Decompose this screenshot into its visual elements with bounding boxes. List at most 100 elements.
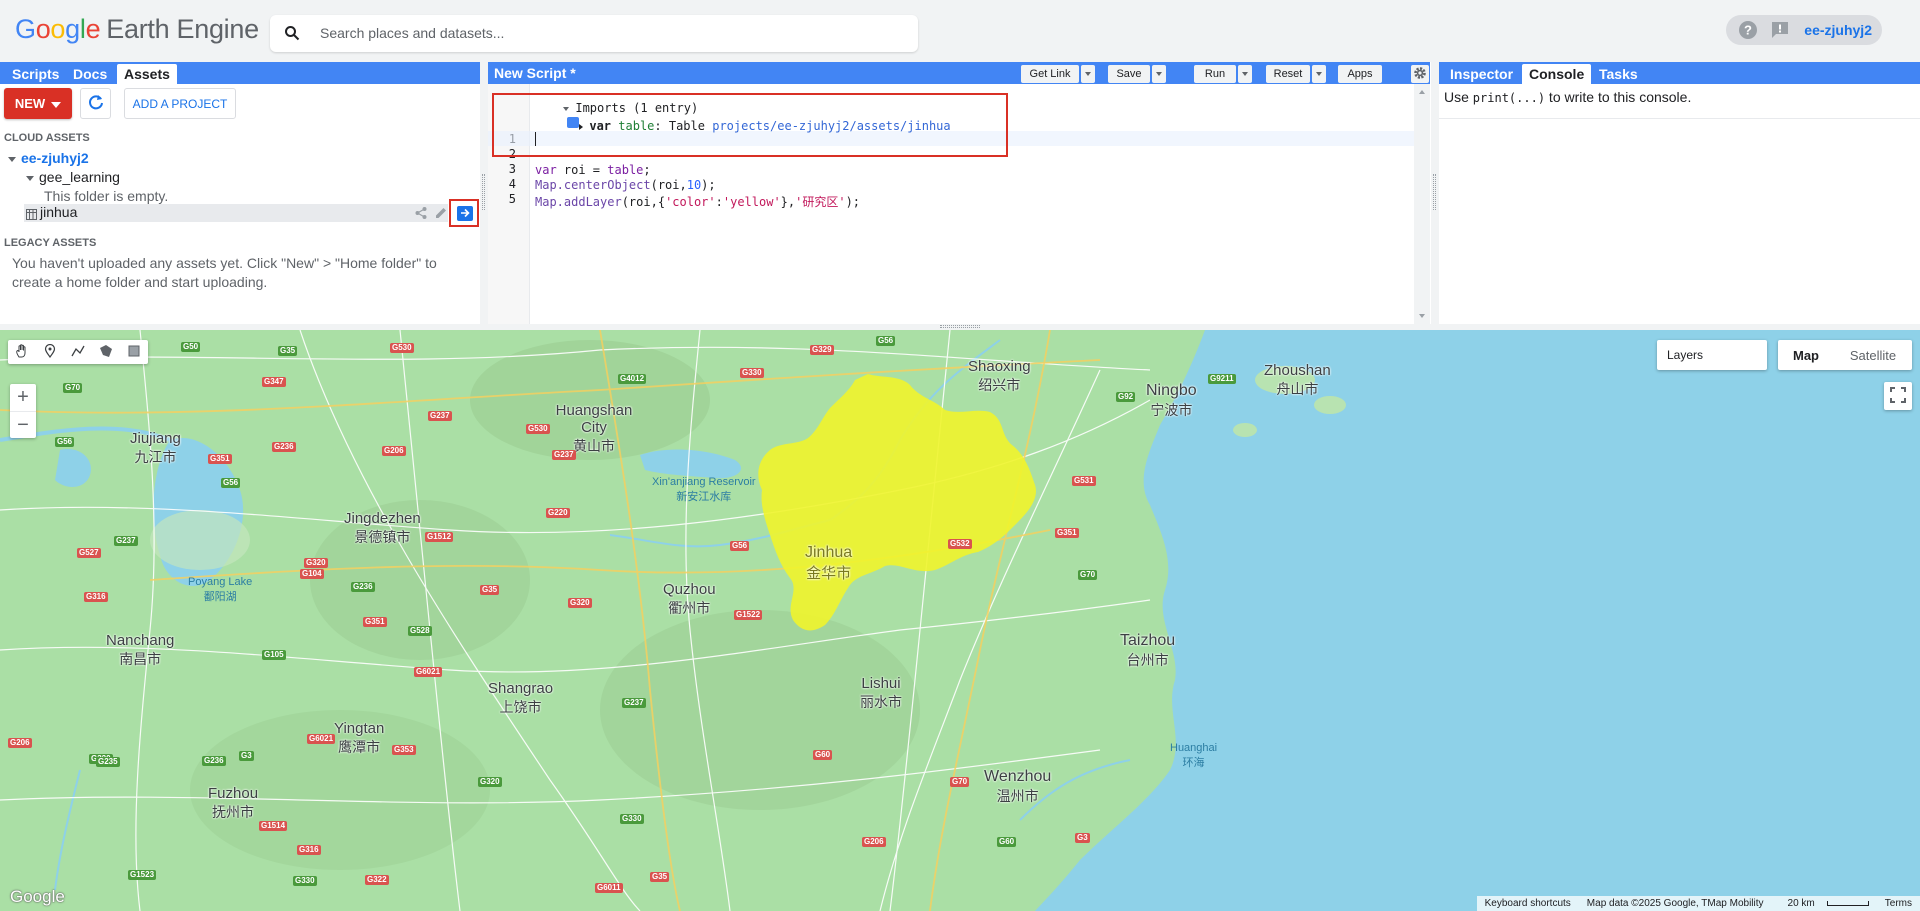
- new-button[interactable]: NEW: [4, 88, 72, 119]
- road-shield: G316: [297, 845, 321, 855]
- legacy-assets-heading: LEGACY ASSETS: [4, 237, 97, 249]
- city-label: Lishui 丽水市: [860, 675, 902, 710]
- map-view[interactable]: Shaoxing 绍兴市 Ningbo 宁波市 Zhoushan 舟山市 Huangs…: [0, 330, 1920, 911]
- earth-engine-logo[interactable]: Google Earth Engine: [15, 14, 259, 45]
- layers-button[interactable]: Layers: [1657, 340, 1767, 370]
- drawing-tools: [8, 340, 148, 364]
- tab-inspector[interactable]: Inspector: [1443, 64, 1520, 84]
- water-label: Xin'anjiang Reservoir 新安江水库: [652, 476, 756, 503]
- right-panel-tabs: Inspector Console Tasks: [1439, 62, 1920, 84]
- rectangle-tool[interactable]: [120, 340, 148, 364]
- code-editor[interactable]: 1 2 3 4 5 Imports (1 entry) var table: T…: [488, 84, 1430, 324]
- road-shield: G320: [568, 598, 592, 608]
- import-type: : Table: [654, 119, 705, 133]
- folder-tree-item[interactable]: gee_learning: [26, 169, 120, 185]
- import-asset-button[interactable]: [457, 206, 473, 221]
- city-label: Jiujiang 九江市: [130, 430, 181, 465]
- table-icon: [26, 208, 37, 223]
- road-shield: G70: [63, 383, 83, 393]
- city-label: Nanchang 南昌市: [106, 632, 175, 667]
- fullscreen-button[interactable]: [1884, 382, 1912, 410]
- city-label: Jinhua 金华市: [805, 544, 853, 582]
- feedback-icon[interactable]: [1769, 19, 1791, 41]
- map-type-map[interactable]: Map: [1778, 340, 1834, 370]
- save-dropdown[interactable]: [1152, 65, 1166, 83]
- settings-button[interactable]: [1411, 65, 1429, 83]
- city-label: Quzhou 衢州市: [663, 581, 716, 616]
- road-shield: G531: [1072, 476, 1096, 486]
- chevron-down-icon: [1316, 72, 1322, 76]
- road-shield: G351: [208, 454, 232, 464]
- point-tool[interactable]: [36, 340, 64, 364]
- fullscreen-icon: [1890, 386, 1906, 406]
- run-button[interactable]: Run: [1194, 65, 1236, 83]
- tab-console[interactable]: Console: [1522, 64, 1592, 84]
- line-tool[interactable]: [64, 340, 92, 364]
- map-type-satellite[interactable]: Satellite: [1834, 340, 1912, 370]
- polygon-tool[interactable]: [92, 340, 120, 364]
- map-base-layer: [0, 330, 1920, 911]
- road-shield: G3: [1075, 833, 1090, 843]
- tab-assets[interactable]: Assets: [117, 64, 177, 84]
- import-variable[interactable]: table: [618, 119, 654, 133]
- terms-link[interactable]: Terms: [1877, 898, 1920, 909]
- script-title[interactable]: New Script *: [494, 65, 576, 81]
- gear-icon: [1413, 66, 1427, 83]
- line-number: 5: [508, 192, 516, 206]
- scale-indicator[interactable]: 20 km: [1772, 898, 1877, 909]
- marker-icon: [44, 343, 56, 361]
- chevron-down-icon: [51, 96, 62, 111]
- road-shield: G330: [293, 876, 317, 886]
- jinhua-roi-polygon[interactable]: [758, 374, 1036, 631]
- code-editor-panel: New Script * Get Link Save Run Reset App…: [488, 62, 1430, 324]
- road-shield: G70: [950, 777, 970, 787]
- hand-tool[interactable]: [8, 340, 36, 364]
- zoom-out-button[interactable]: −: [10, 411, 36, 438]
- scale-bar: [1826, 900, 1869, 906]
- caret-right-icon[interactable]: [579, 123, 584, 130]
- hand-icon: [15, 343, 29, 361]
- reset-dropdown[interactable]: [1312, 65, 1326, 83]
- asset-name: jinhua: [40, 204, 78, 220]
- tab-scripts[interactable]: Scripts: [5, 64, 66, 84]
- user-account-name[interactable]: ee-zjuhyj2: [1804, 22, 1872, 38]
- rectangle-icon: [128, 345, 140, 360]
- asset-row-jinhua[interactable]: jinhua: [24, 204, 448, 222]
- project-tree-item[interactable]: ee-zjuhyj2: [8, 150, 89, 166]
- editor-scrollbar[interactable]: [1414, 84, 1430, 324]
- road-shield: G237: [622, 698, 646, 708]
- road-shield: G206: [8, 738, 32, 748]
- road-shield: G1512: [425, 532, 454, 542]
- tab-docs[interactable]: Docs: [66, 64, 114, 84]
- help-icon[interactable]: ?: [1737, 19, 1759, 41]
- share-icon[interactable]: [414, 206, 428, 220]
- zoom-in-button[interactable]: +: [10, 384, 36, 411]
- right-splitter[interactable]: [1431, 62, 1439, 324]
- run-dropdown[interactable]: [1238, 65, 1252, 83]
- save-button[interactable]: Save: [1108, 65, 1150, 83]
- add-project-button[interactable]: ADD A PROJECT: [124, 88, 236, 119]
- left-splitter[interactable]: [480, 62, 488, 324]
- city-label: Huangshan City 黄山市: [555, 402, 633, 454]
- road-shield: G56: [876, 336, 896, 346]
- right-panel: Inspector Console Tasks Use print(...) t…: [1439, 62, 1920, 324]
- road-shield: G527: [77, 548, 101, 558]
- reset-button[interactable]: Reset: [1266, 65, 1310, 83]
- apps-button[interactable]: Apps: [1338, 65, 1382, 83]
- lake: [55, 449, 91, 487]
- google-wordmark: Google: [15, 14, 101, 44]
- import-entry[interactable]: var table: Table projects/ee-zjuhyj2/ass…: [536, 105, 951, 147]
- search-box[interactable]: [270, 15, 918, 52]
- map-type-control: Map Satellite: [1778, 340, 1912, 370]
- refresh-button[interactable]: [80, 88, 111, 119]
- import-asset-path[interactable]: projects/ee-zjuhyj2/assets/jinhua: [712, 119, 950, 133]
- keyboard-shortcuts-link[interactable]: Keyboard shortcuts: [1477, 898, 1579, 909]
- get-link-button[interactable]: Get Link: [1021, 65, 1079, 83]
- city-label: Ningbo 宁波市: [1146, 382, 1197, 418]
- search-input[interactable]: [320, 23, 900, 43]
- caret-down-icon[interactable]: [26, 175, 34, 181]
- caret-down-icon[interactable]: [8, 156, 16, 162]
- tab-tasks[interactable]: Tasks: [1592, 64, 1645, 84]
- get-link-dropdown[interactable]: [1081, 65, 1095, 83]
- edit-icon[interactable]: [434, 206, 448, 220]
